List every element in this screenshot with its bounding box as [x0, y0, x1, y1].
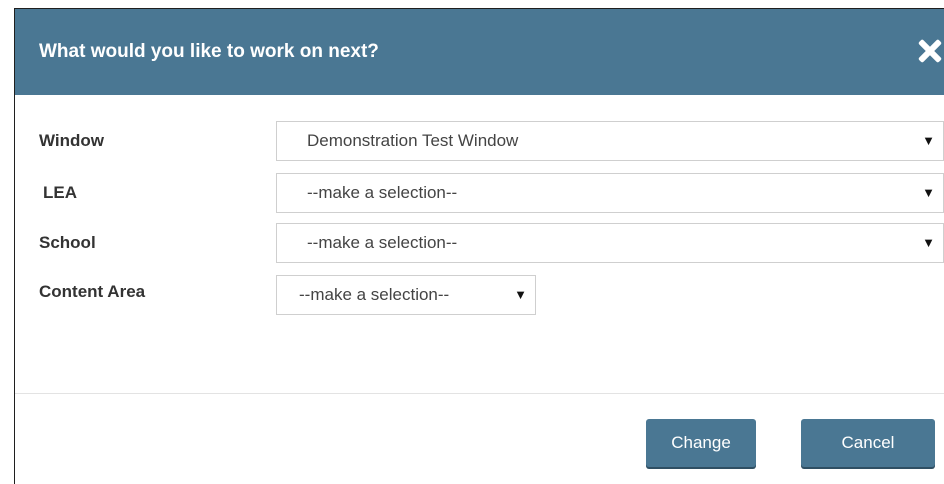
- footer-divider: [15, 393, 944, 394]
- content-area-label: Content Area: [39, 282, 146, 301]
- change-button[interactable]: Change: [646, 419, 756, 467]
- chevron-down-icon: ▼: [514, 287, 527, 302]
- content-area-select[interactable]: --make a selection-- ▼: [276, 275, 536, 315]
- school-label: School: [39, 233, 96, 252]
- window-select[interactable]: Demonstration Test Window ▼: [276, 121, 944, 161]
- school-select-value: --make a selection--: [307, 233, 458, 252]
- chevron-down-icon: ▼: [922, 185, 935, 200]
- lea-select-value: --make a selection--: [307, 183, 458, 202]
- cancel-button[interactable]: Cancel: [801, 419, 935, 467]
- dialog-header: What would you like to work on next?: [15, 9, 944, 95]
- lea-label: LEA: [43, 183, 77, 202]
- lea-select[interactable]: --make a selection-- ▼: [276, 173, 944, 213]
- content-area-select-value: --make a selection--: [299, 285, 450, 304]
- chevron-down-icon: ▼: [922, 235, 935, 250]
- dialog: What would you like to work on next? Win…: [14, 8, 944, 484]
- dialog-title: What would you like to work on next?: [39, 41, 379, 62]
- window-select-value: Demonstration Test Window: [307, 131, 519, 150]
- close-icon[interactable]: [916, 37, 944, 65]
- window-label: Window: [39, 131, 104, 150]
- school-select[interactable]: --make a selection-- ▼: [276, 223, 944, 263]
- chevron-down-icon: ▼: [922, 133, 935, 148]
